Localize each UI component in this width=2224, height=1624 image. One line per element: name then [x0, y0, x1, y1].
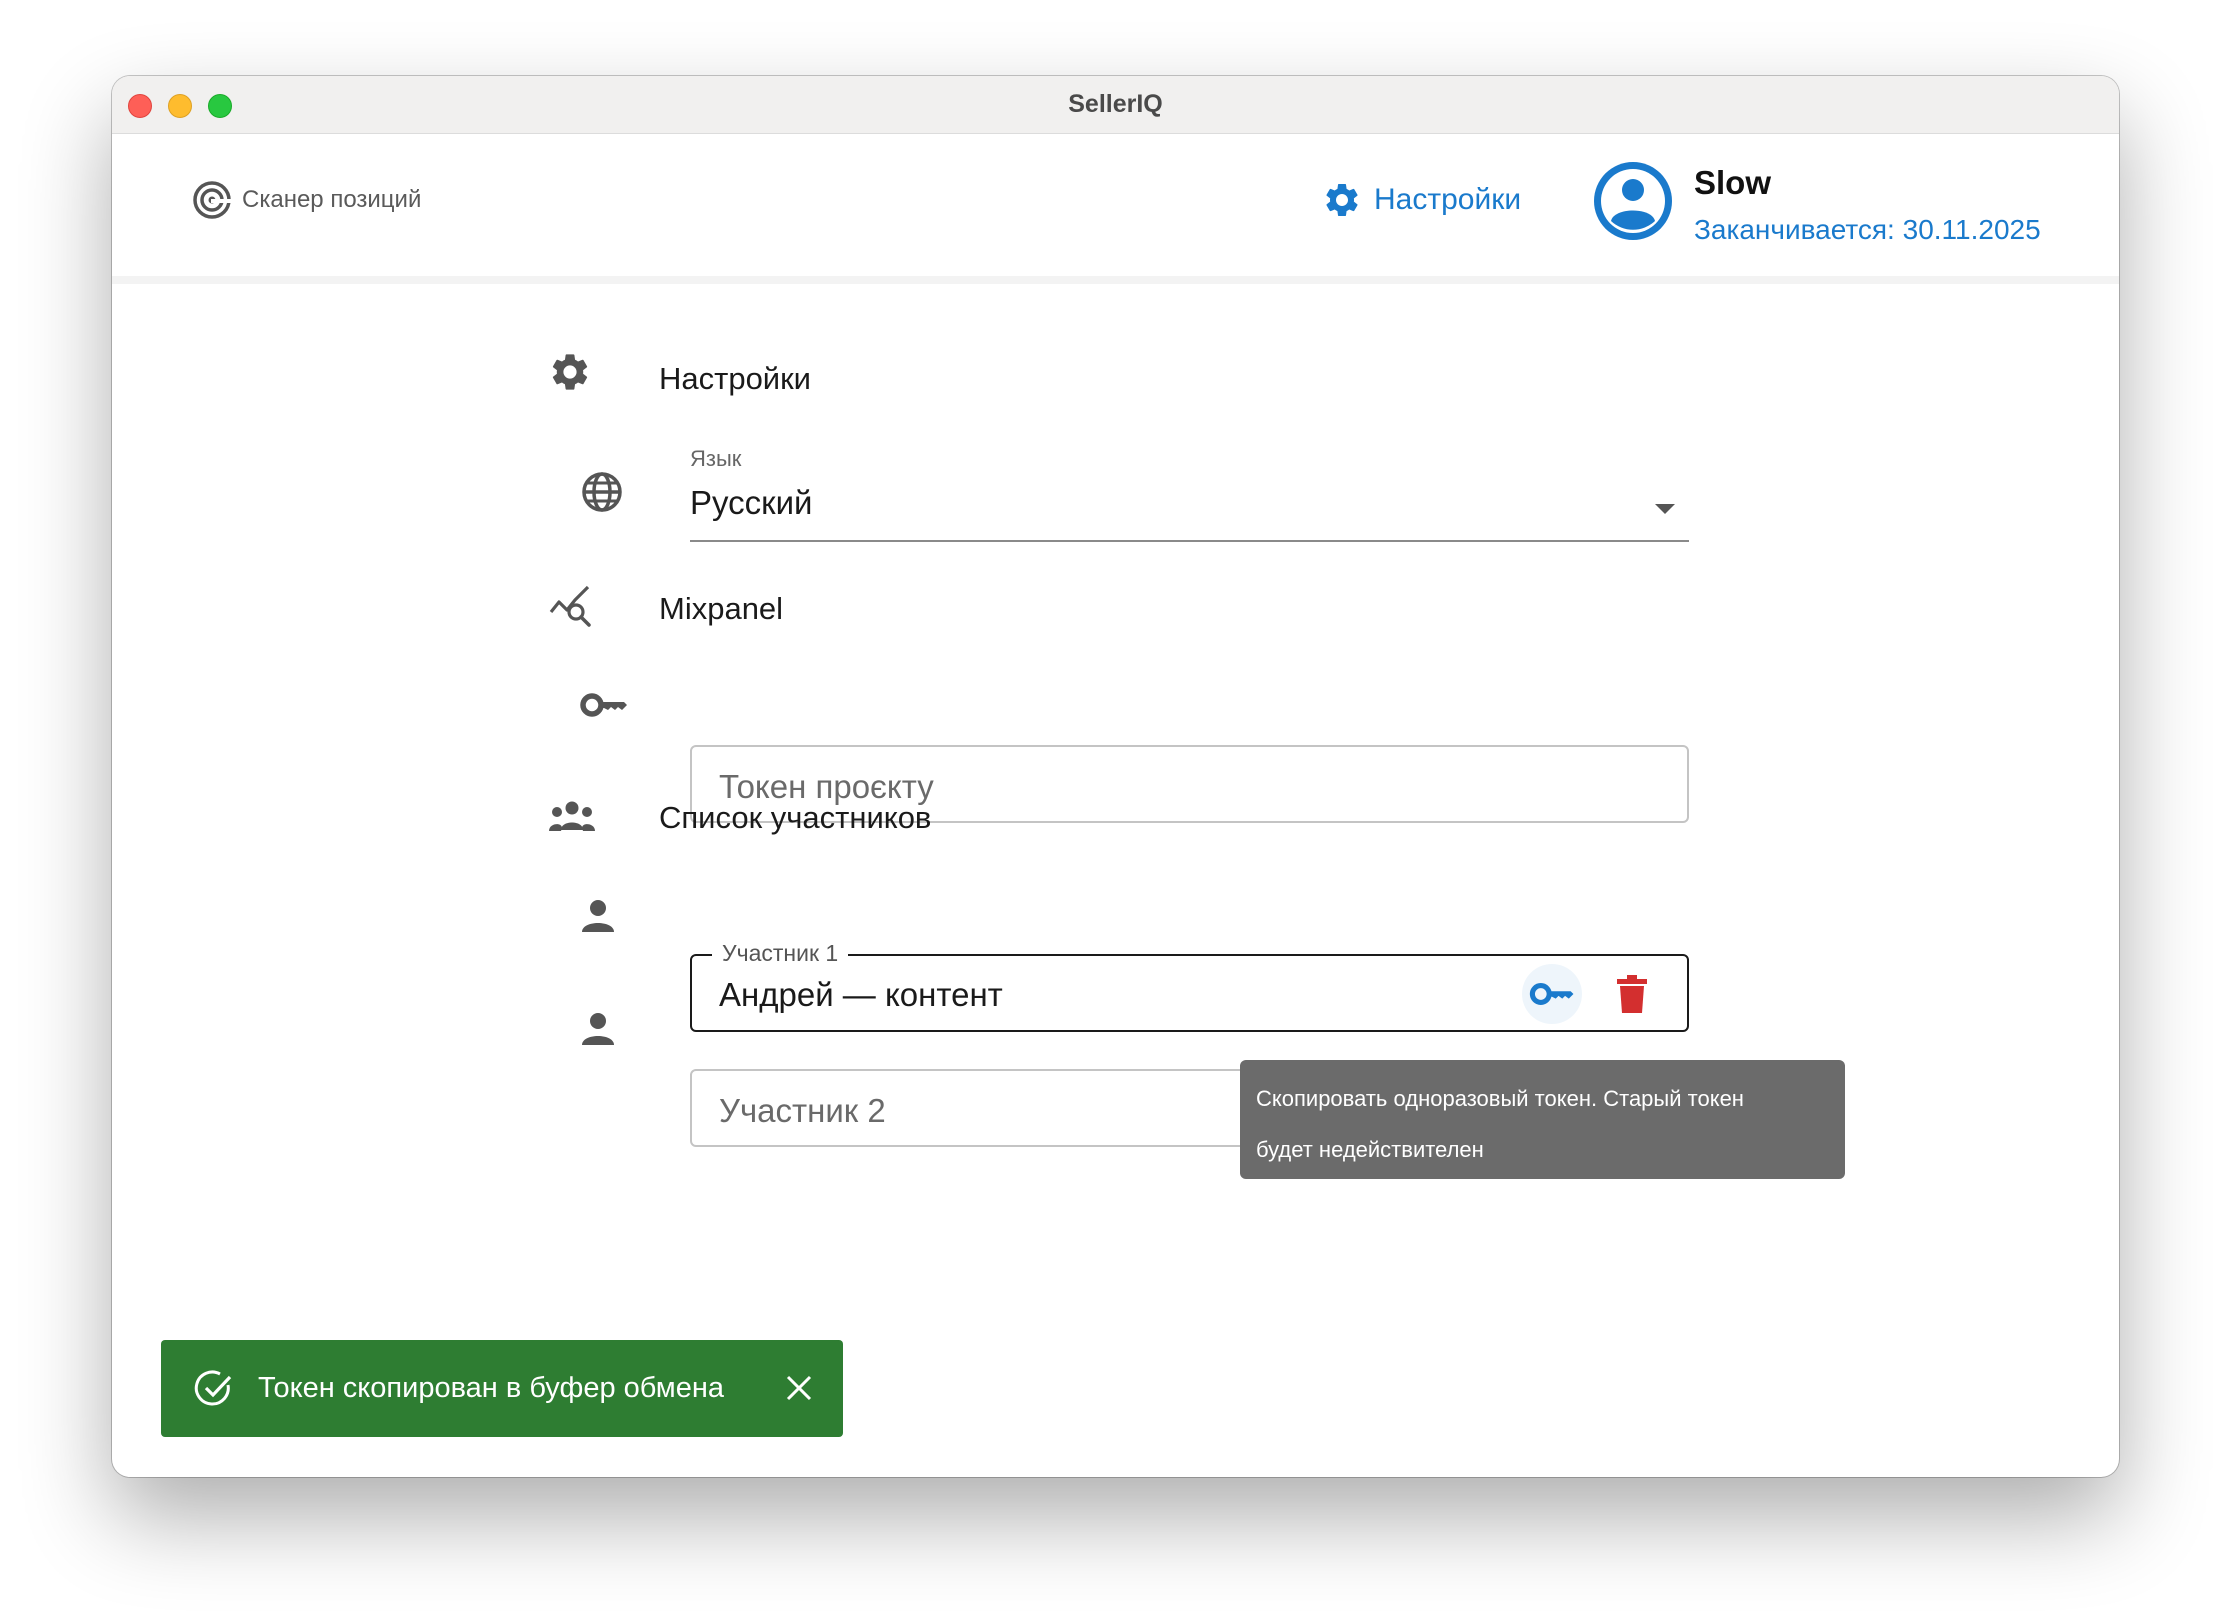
user-name: Slow — [1694, 164, 1772, 201]
person-icon — [582, 1013, 614, 1045]
app-window: SellerIQ Сканер позиций Настройки Slow З — [112, 76, 2119, 1477]
success-snackbar: Токен скопирован в буфер обмена — [161, 1340, 843, 1437]
member-1-value: Андрей — контент — [719, 976, 1003, 1013]
close-icon[interactable] — [785, 1374, 813, 1402]
key-icon — [580, 693, 627, 717]
check-circle-icon — [194, 1370, 232, 1405]
nav-scanner-label: Сканер позиций — [242, 186, 422, 213]
nav-divider — [112, 276, 2119, 284]
group-icon — [549, 801, 595, 831]
snackbar-message: Токен скопирован в буфер обмена — [258, 1372, 724, 1404]
gear-icon — [552, 354, 588, 390]
copy-token-tooltip: Скопировать одноразовый токен. Старый то… — [1240, 1060, 1845, 1179]
avatar[interactable] — [1594, 162, 1672, 240]
chevron-down-icon — [1655, 504, 1675, 514]
nav-scanner-link[interactable]: Сканер позиций — [192, 180, 421, 220]
window-title: SellerIQ — [1068, 90, 1163, 118]
person-icon — [582, 900, 614, 932]
trash-icon — [1617, 975, 1647, 1013]
top-navigation: Сканер позиций Настройки Slow Заканчивае… — [112, 134, 2119, 276]
tooltip-line-2: будет недействителен — [1256, 1137, 1484, 1162]
globe-icon — [582, 472, 622, 512]
scanner-icon — [193, 181, 231, 219]
nav-settings-label: Настройки — [1374, 183, 1522, 216]
member-1-label: Участник 1 — [712, 940, 849, 967]
gear-icon — [1326, 184, 1358, 216]
key-icon — [1529, 983, 1574, 1005]
mixpanel-section-title: Mixpanel — [659, 591, 784, 626]
tooltip-line-1: Скопировать одноразовый токен. Старый то… — [1256, 1086, 1744, 1111]
language-underline — [690, 540, 1689, 542]
title-bar: SellerIQ — [112, 76, 2119, 134]
subscription-expiry: Заканчивается: 30.11.2025 — [1694, 214, 2041, 245]
members-section-title: Список участников — [659, 800, 932, 835]
member-2-placeholder: Участник 2 — [719, 1092, 886, 1129]
nav-settings-link[interactable]: Настройки — [1322, 180, 1521, 220]
language-label: Язык — [690, 446, 742, 471]
language-value: Русский — [690, 484, 813, 521]
analytics-search-icon — [549, 585, 591, 627]
member-1-field[interactable]: Участник 1 Андрей — контент — [690, 940, 1689, 1032]
copy-token-button[interactable] — [1522, 964, 1582, 1024]
settings-section-title: Настройки — [659, 361, 812, 396]
delete-member-button[interactable] — [1602, 964, 1662, 1024]
